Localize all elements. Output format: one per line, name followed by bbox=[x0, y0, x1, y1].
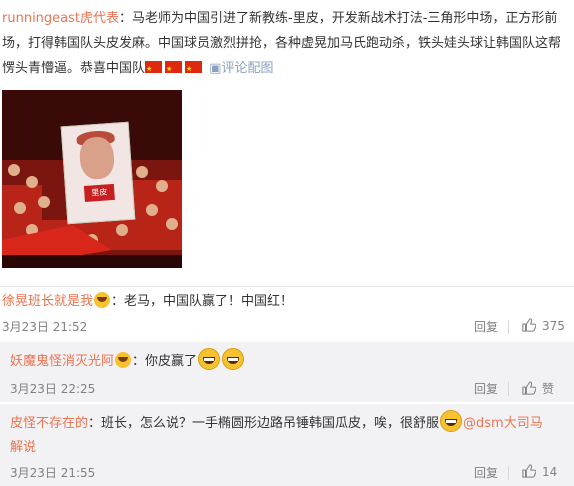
divider bbox=[0, 286, 574, 287]
comment-username[interactable]: 妖魔鬼怪消灭光阿 bbox=[10, 354, 114, 369]
comment-time: 3月23日 21:52 bbox=[2, 320, 88, 334]
like-button[interactable]: 375 bbox=[522, 318, 565, 333]
thumbs-up-icon bbox=[522, 381, 536, 395]
comment-photo[interactable]: 里皮 bbox=[2, 90, 182, 268]
separator bbox=[508, 382, 509, 396]
post-username[interactable]: runningeast虎代表 bbox=[2, 11, 119, 26]
comment-time: 3月23日 22:25 bbox=[10, 382, 96, 396]
laugh-emoji-icon bbox=[222, 348, 245, 370]
comment-item: 徐晃班长就是我 ：老马，中国队赢了！中国红！ 3月23日 21:52 回复 375 bbox=[0, 288, 574, 340]
reply-button[interactable]: 回复 bbox=[474, 318, 498, 335]
lippi-banner: 里皮 bbox=[60, 121, 136, 225]
laugh-emoji-icon bbox=[198, 348, 221, 370]
image-icon[interactable]: ▣ bbox=[209, 61, 221, 76]
weibo-post: runningeast虎代表：马老师为中国引进了新教练-里皮，开发新战术打法-三… bbox=[0, 0, 574, 286]
reply-button[interactable]: 回复 bbox=[474, 464, 498, 481]
reply-button[interactable]: 回复 bbox=[474, 380, 498, 397]
comment-text-line: 皮怪不存在的：班长，怎么说？一手椭圆形边路吊锤韩国瓜皮，唉，很舒服 @dsm大司马… bbox=[10, 410, 566, 460]
thumbs-up-icon bbox=[522, 318, 536, 332]
post-text: runningeast虎代表：马老师为中国引进了新教练-里皮，开发新战术打法-三… bbox=[2, 6, 568, 82]
comment-text: ：你皮赢了 bbox=[132, 354, 198, 369]
comment-text-line: 妖魔鬼怪消灭光阿 ：你皮赢了 bbox=[10, 348, 245, 374]
comment-text-line: 徐晃班长就是我 ：老马，中国队赢了！中国红！ bbox=[2, 290, 293, 314]
like-count: 375 bbox=[542, 319, 565, 333]
laugh-emoji-icon bbox=[440, 410, 463, 432]
comment-item: 妖魔鬼怪消灭光阿 ：你皮赢了 3月23日 22:25 回复 赞 bbox=[0, 342, 574, 402]
comment-item: 皮怪不存在的：班长，怎么说？一手椭圆形边路吊锤韩国瓜皮，唉，很舒服 @dsm大司马… bbox=[0, 404, 574, 486]
china-flag-icon bbox=[185, 57, 203, 82]
comment-text: ：老马，中国队赢了！中国红！ bbox=[111, 294, 294, 309]
comment-username[interactable]: 皮怪不存在的 bbox=[10, 416, 88, 431]
separator bbox=[508, 466, 509, 480]
china-flag-icon bbox=[145, 57, 163, 82]
like-button[interactable]: 赞 bbox=[522, 380, 554, 397]
grin-emoji-icon bbox=[94, 292, 111, 308]
like-count: 14 bbox=[542, 465, 558, 479]
comment-time: 3月23日 21:55 bbox=[10, 466, 96, 480]
china-flag-icon bbox=[165, 57, 183, 82]
comment-username[interactable]: 徐晃班长就是我 bbox=[2, 294, 93, 309]
like-button[interactable]: 14 bbox=[522, 464, 557, 479]
mention-link[interactable]: @dsm大司马 bbox=[463, 416, 543, 431]
separator bbox=[508, 320, 509, 334]
like-label: 赞 bbox=[542, 382, 555, 396]
banner-face bbox=[78, 135, 116, 181]
dog-emoji-icon bbox=[115, 352, 132, 368]
banner-label: 里皮 bbox=[83, 183, 115, 202]
comment-image-link[interactable]: 评论配图 bbox=[221, 61, 273, 76]
mention-link-tail[interactable]: 解说 bbox=[10, 440, 36, 455]
comment-text: ：班长，怎么说？一手椭圆形边路吊锤韩国瓜皮，唉，很舒服 bbox=[88, 416, 440, 431]
thumbs-up-icon bbox=[522, 464, 536, 478]
